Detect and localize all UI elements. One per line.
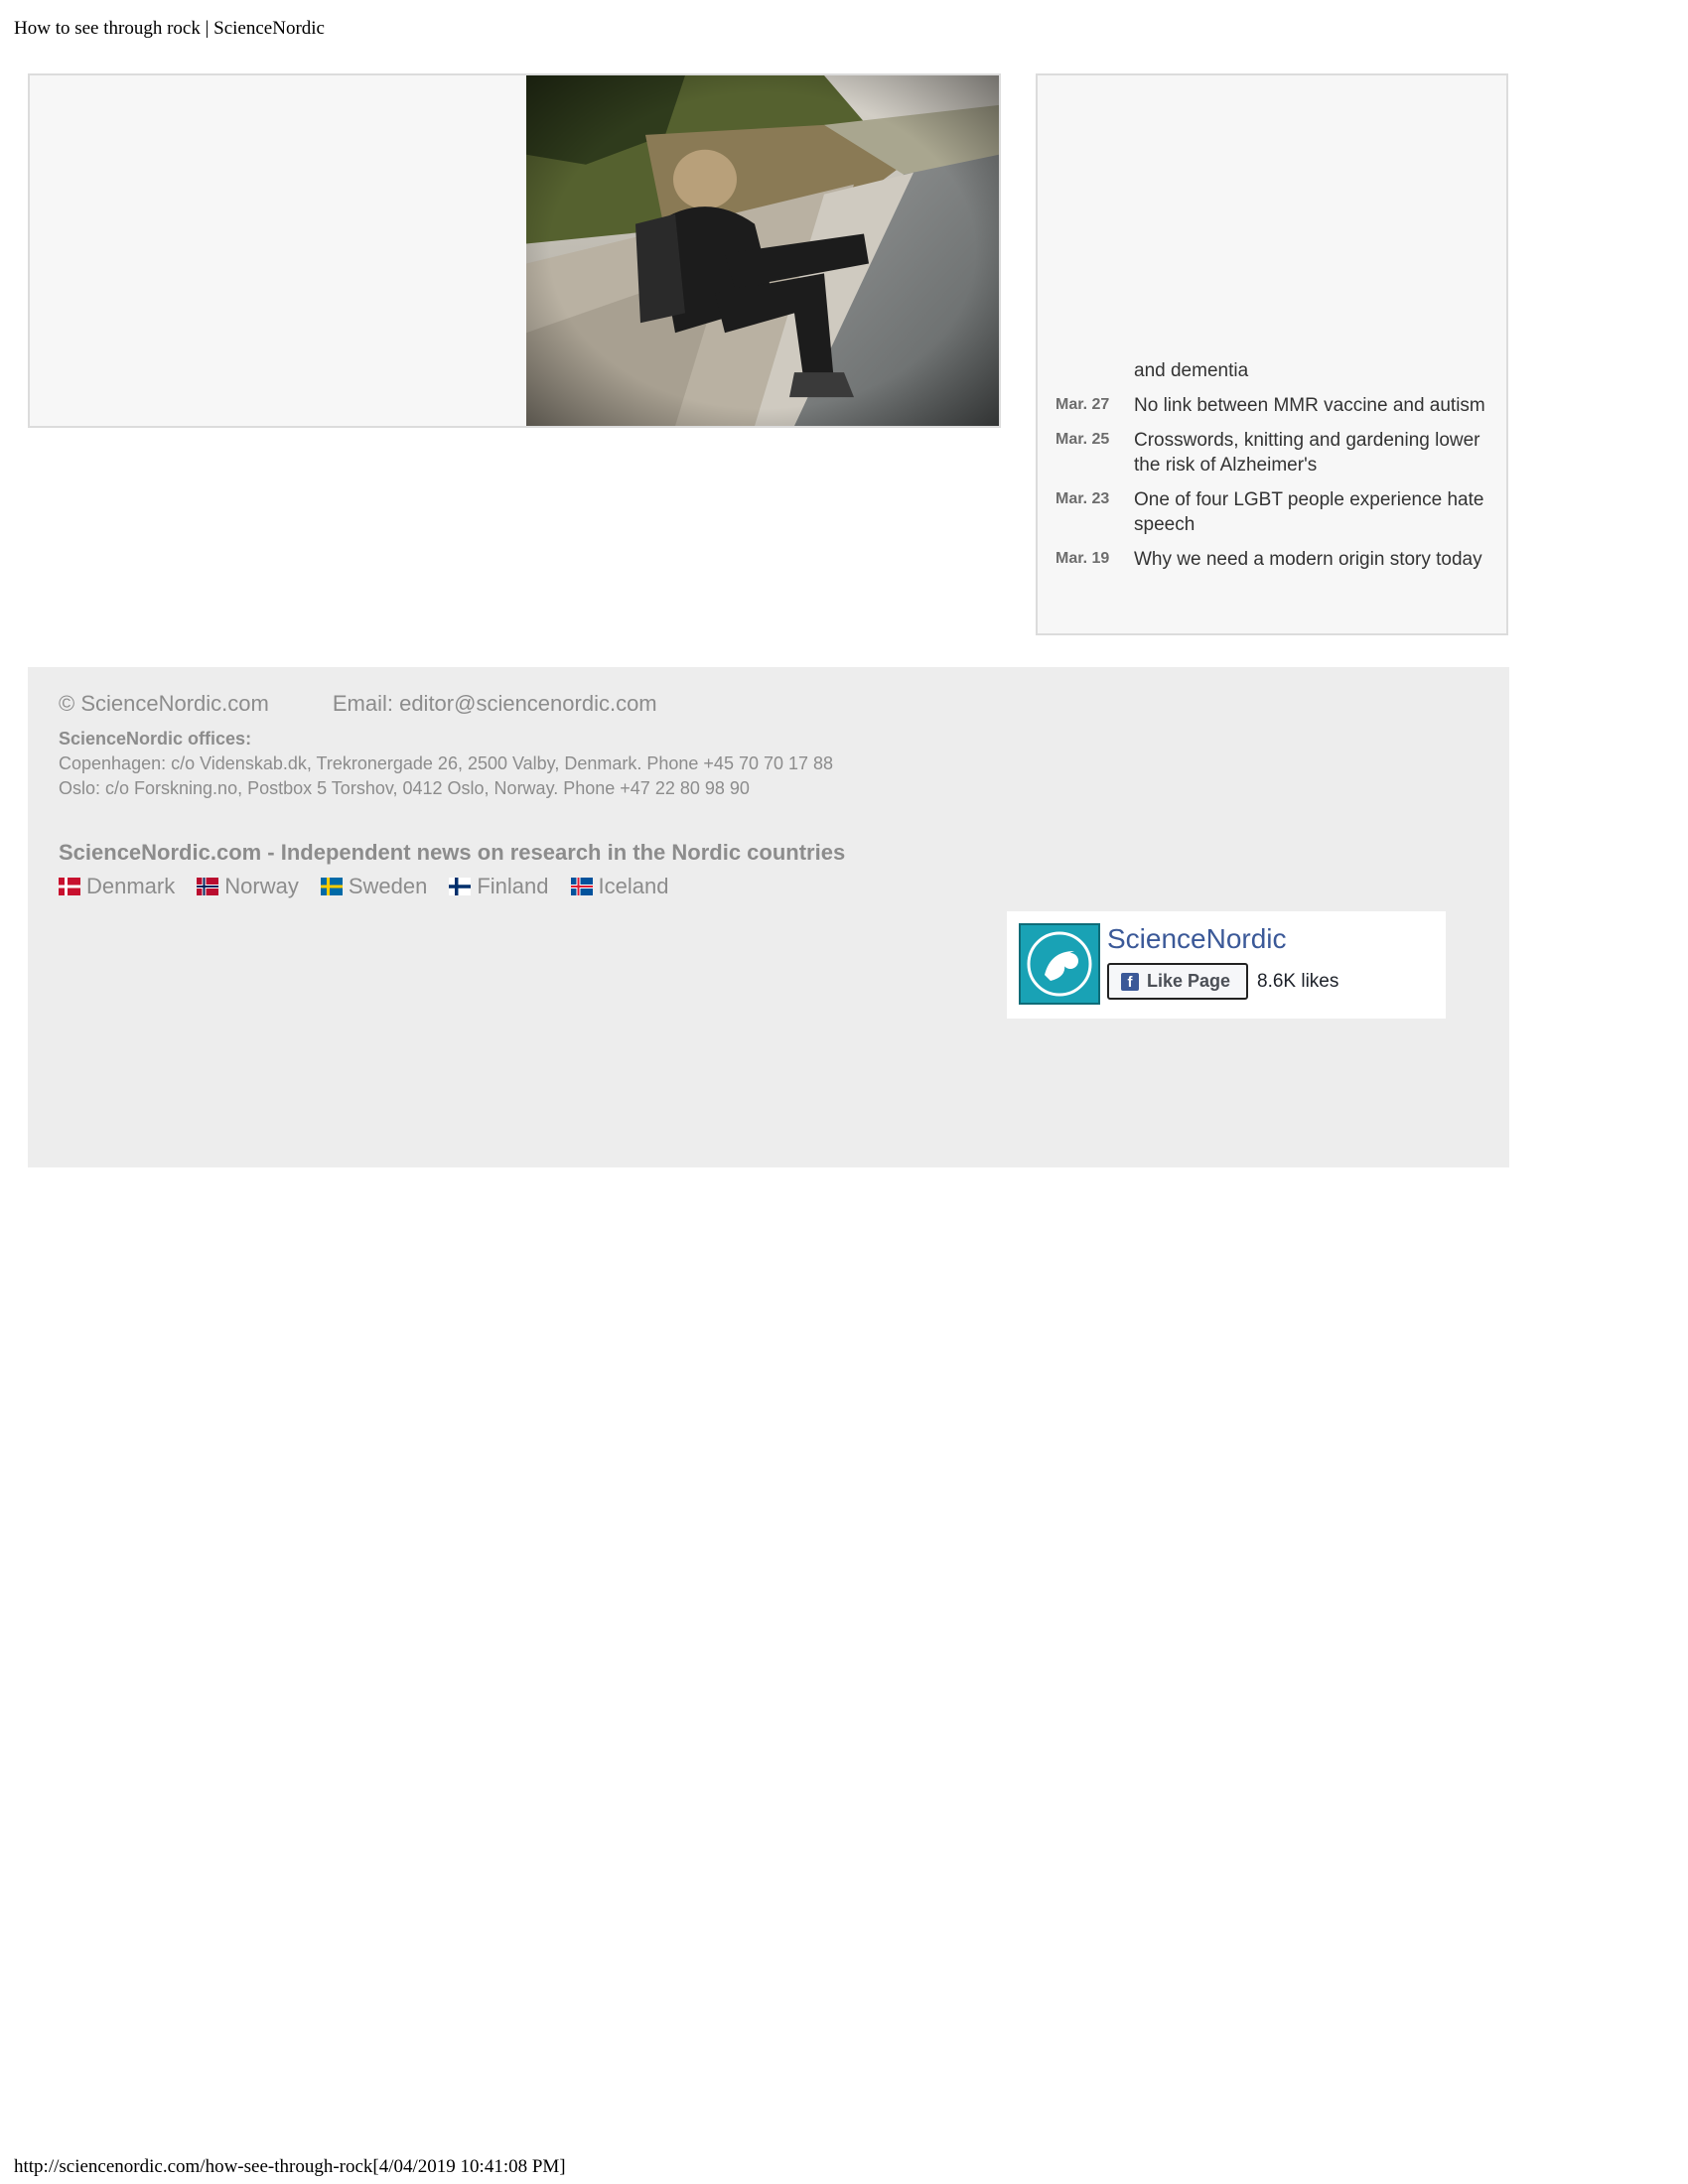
news-item[interactable]: Mar. 23 One of four LGBT people experien… xyxy=(1055,487,1492,537)
country-label: Norway xyxy=(224,874,299,898)
country-link-sweden[interactable]: Sweden xyxy=(320,874,428,899)
country-links: Denmark Norway Sweden Finland Iceland xyxy=(59,874,668,899)
print-header-title: How to see through rock | ScienceNordic xyxy=(14,18,325,39)
news-title[interactable]: One of four LGBT people experience hate … xyxy=(1134,487,1492,537)
news-item[interactable]: and dementia xyxy=(1055,358,1492,383)
article-card[interactable] xyxy=(28,73,1001,428)
copyright-text: © ScienceNordic.com xyxy=(59,691,269,716)
country-link-norway[interactable]: Norway xyxy=(197,874,299,899)
likes-count: 8.6K likes xyxy=(1257,971,1339,992)
latest-news-sidebar: and dementia Mar. 27 No link between MMR… xyxy=(1036,73,1508,635)
news-title[interactable]: and dementia xyxy=(1134,358,1248,383)
facebook-page-name-link[interactable]: ScienceNordic xyxy=(1107,923,1287,955)
news-title[interactable]: No link between MMR vaccine and autism xyxy=(1134,393,1485,418)
site-footer: © ScienceNordic.com Email: editor@science… xyxy=(28,667,1509,1167)
news-title[interactable]: Crosswords, knitting and gardening lower… xyxy=(1134,428,1492,478)
country-label: Finland xyxy=(477,874,549,898)
like-page-button[interactable]: f Like Page xyxy=(1107,963,1248,1000)
news-item[interactable]: Mar. 27 No link between MMR vaccine and … xyxy=(1055,393,1492,418)
denmark-flag-icon xyxy=(59,878,80,895)
facebook-page-widget: ScienceNordic f Like Page 8.6K likes xyxy=(1007,911,1446,1019)
editor-email-link[interactable]: Email: editor@sciencenordic.com xyxy=(333,691,657,716)
latest-news-list: and dementia Mar. 27 No link between MMR… xyxy=(1055,358,1492,582)
news-item[interactable]: Mar. 19 Why we need a modern origin stor… xyxy=(1055,547,1492,572)
article-photo[interactable] xyxy=(526,75,999,426)
footer-tagline: ScienceNordic.com - Independent news on … xyxy=(59,840,846,865)
country-link-finland[interactable]: Finland xyxy=(449,874,549,899)
news-date: Mar. 23 xyxy=(1055,490,1110,507)
sciencenordic-logo-icon[interactable] xyxy=(1019,923,1100,1005)
country-label: Iceland xyxy=(598,874,669,898)
country-link-iceland[interactable]: Iceland xyxy=(570,874,669,899)
footer-contact-line: © ScienceNordic.com Email: editor@science… xyxy=(59,691,657,717)
news-item[interactable]: Mar. 25 Crosswords, knitting and gardeni… xyxy=(1055,428,1492,478)
country-label: Denmark xyxy=(86,874,176,898)
offices-heading: ScienceNordic offices: xyxy=(59,729,252,749)
facebook-icon: f xyxy=(1121,972,1139,991)
oslo-office: Oslo: c/o Forskning.no, Postbox 5 Torsho… xyxy=(59,778,750,798)
iceland-flag-icon xyxy=(570,878,593,895)
copenhagen-office: Copenhagen: c/o Videnskab.dk, Trekronerg… xyxy=(59,753,834,773)
news-title[interactable]: Why we need a modern origin story today xyxy=(1134,547,1482,572)
norway-flag-icon xyxy=(197,878,219,895)
boy-sitting-on-curb-image xyxy=(526,75,999,426)
news-date: Mar. 19 xyxy=(1055,550,1110,567)
print-footer-url: http://sciencenordic.com/how-see-through… xyxy=(14,2156,566,2177)
country-link-denmark[interactable]: Denmark xyxy=(59,874,175,899)
sweden-flag-icon xyxy=(320,878,343,895)
offices-block: ScienceNordic offices: Copenhagen: c/o V… xyxy=(59,727,833,801)
country-label: Sweden xyxy=(348,874,428,898)
like-page-label: Like Page xyxy=(1147,971,1231,991)
news-date: Mar. 27 xyxy=(1055,396,1110,413)
finland-flag-icon xyxy=(449,878,472,895)
news-date: Mar. 25 xyxy=(1055,431,1110,448)
